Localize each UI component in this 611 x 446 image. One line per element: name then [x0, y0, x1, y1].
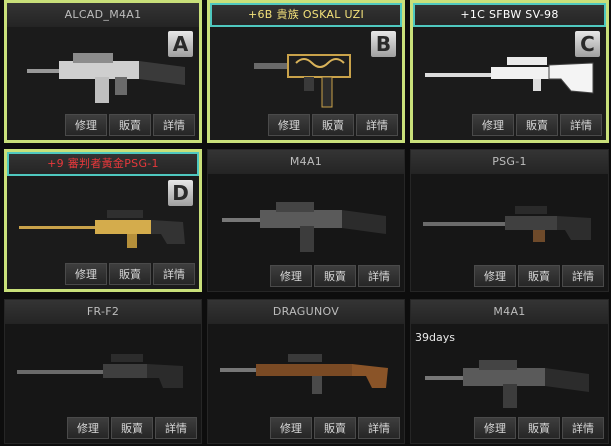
rifle-icon: [222, 202, 386, 252]
repair-button[interactable]: 修理: [474, 265, 516, 287]
weapon-card-psg1[interactable]: PSG-1 修理 販賣 詳情: [410, 149, 609, 292]
details-button[interactable]: 詳情: [358, 265, 400, 287]
repair-button[interactable]: 修理: [65, 114, 107, 136]
repair-button[interactable]: 修理: [67, 417, 109, 439]
weapon-card-alcad-m4a1[interactable]: ALCAD_M4A1 A 修理 販賣 詳情: [4, 0, 202, 143]
details-button[interactable]: 詳情: [153, 114, 195, 136]
details-button[interactable]: 詳情: [560, 114, 602, 136]
weapon-name: FR-F2: [5, 300, 201, 324]
sell-button[interactable]: 販賣: [518, 265, 560, 287]
weapon-card-sfbw-sv98[interactable]: +1C SFBW SV-98 C 修理 販賣 詳情: [410, 0, 609, 143]
rifle-icon: [425, 360, 589, 408]
repair-button[interactable]: 修理: [268, 114, 310, 136]
weapon-card-golden-psg1[interactable]: +9 審判者黃金PSG-1 D 修理 販賣 詳情: [4, 149, 202, 292]
sniper-rifle-icon: [220, 354, 388, 394]
weapon-name: M4A1: [411, 300, 608, 324]
sniper-rifle-icon: [17, 354, 183, 388]
weapon-name: +1C SFBW SV-98: [413, 3, 606, 27]
sell-button[interactable]: 販賣: [111, 417, 153, 439]
smg-icon: [254, 54, 351, 108]
sell-button[interactable]: 販賣: [109, 263, 151, 285]
repair-button[interactable]: 修理: [270, 417, 312, 439]
weapon-name: PSG-1: [411, 150, 608, 174]
weapon-name: M4A1: [208, 150, 404, 174]
sell-button[interactable]: 販賣: [314, 265, 356, 287]
sell-button[interactable]: 販賣: [518, 417, 560, 439]
weapon-card-fr-f2[interactable]: FR-F2 修理 販賣 詳情: [4, 299, 202, 444]
details-button[interactable]: 詳情: [358, 417, 400, 439]
weapon-card-m4a1[interactable]: M4A1 修理 販賣 詳情: [207, 149, 405, 292]
weapon-card-dragunov[interactable]: DRAGUNOV 修理 販賣 詳情: [207, 299, 405, 444]
weapon-card-oskal-uzi[interactable]: +6B 貴族 OSKAL UZI B 修理 販賣 詳情: [207, 0, 405, 143]
weapon-name: +6B 貴族 OSKAL UZI: [210, 3, 402, 27]
repair-button[interactable]: 修理: [472, 114, 514, 136]
rifle-icon: [27, 53, 185, 103]
sniper-rifle-icon: [19, 210, 185, 248]
details-button[interactable]: 詳情: [562, 417, 604, 439]
weapon-name: DRAGUNOV: [208, 300, 404, 324]
sell-button[interactable]: 販賣: [516, 114, 558, 136]
sell-button[interactable]: 販賣: [314, 417, 356, 439]
details-button[interactable]: 詳情: [153, 263, 195, 285]
weapon-name: ALCAD_M4A1: [7, 3, 199, 27]
sell-button[interactable]: 販賣: [109, 114, 151, 136]
details-button[interactable]: 詳情: [356, 114, 398, 136]
repair-button[interactable]: 修理: [65, 263, 107, 285]
repair-button[interactable]: 修理: [474, 417, 516, 439]
details-button[interactable]: 詳情: [155, 417, 197, 439]
weapon-name: +9 審判者黃金PSG-1: [7, 152, 199, 176]
sell-button[interactable]: 販賣: [312, 114, 354, 136]
sniper-rifle-icon: [423, 206, 591, 242]
repair-button[interactable]: 修理: [270, 265, 312, 287]
weapon-card-m4a1-rental[interactable]: M4A1 39days 修理 販賣 詳情: [410, 299, 609, 444]
sniper-rifle-icon: [425, 57, 594, 94]
details-button[interactable]: 詳情: [562, 265, 604, 287]
